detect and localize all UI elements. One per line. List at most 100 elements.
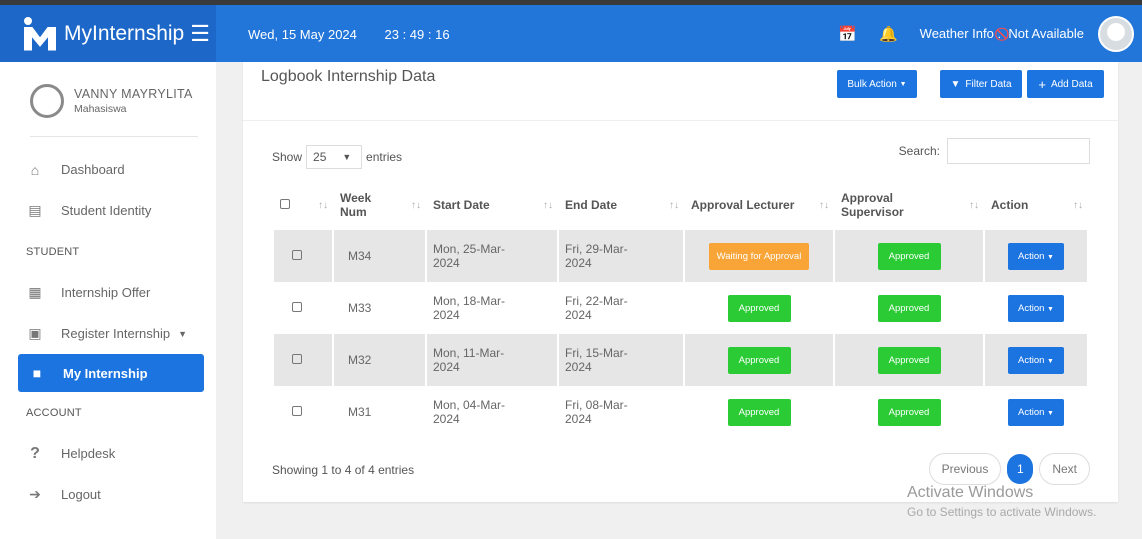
- header-label: Start Date: [433, 198, 490, 212]
- approval-supervisor-header[interactable]: Approval Supervisor ↑↓: [835, 180, 985, 230]
- select-all-checkbox[interactable]: [280, 199, 290, 209]
- user-avatar-icon[interactable]: [1098, 16, 1134, 52]
- sidebar-item-label: Dashboard: [61, 162, 125, 177]
- lecturer-status-cell: Approved: [685, 334, 835, 386]
- lecturer-status-cell: Approved: [685, 386, 835, 438]
- sidebar-item-dashboard[interactable]: ⌂ Dashboard: [0, 149, 216, 190]
- sidebar-item-helpdesk[interactable]: ? Helpdesk: [0, 433, 216, 474]
- start-date-cell: Mon, 25-Mar- 2024: [427, 230, 559, 282]
- status-badge: Approved: [727, 294, 791, 322]
- date-line: Mon, 11-Mar-: [433, 346, 505, 360]
- table-row: M31 Mon, 04-Mar- 2024 Fri, 08-Mar- 2024 Ap…: [274, 386, 1089, 438]
- caret-down-icon: ▼: [1047, 409, 1054, 417]
- date-line: 2024: [433, 360, 460, 374]
- status-badge: Approved: [727, 346, 791, 374]
- current-time: 23 : 49 : 16: [384, 27, 450, 42]
- next-page-button[interactable]: Next: [1039, 453, 1090, 485]
- end-date-cell: Fri, 08-Mar- 2024: [559, 386, 685, 438]
- calendar-icon[interactable]: 📅: [838, 25, 857, 43]
- sidebar-item-register-internship[interactable]: ▣ Register Internship ▼: [0, 313, 216, 354]
- row-checkbox[interactable]: [292, 302, 302, 312]
- row-checkbox[interactable]: [292, 250, 302, 260]
- end-date-header[interactable]: End Date ↑↓: [559, 180, 685, 230]
- brand[interactable]: MyInternship ☰: [0, 5, 216, 62]
- bulk-action-button[interactable]: Bulk Action ▼: [837, 70, 917, 98]
- row-checkbox[interactable]: [292, 354, 302, 364]
- sidebar-item-label: Register Internship: [61, 326, 171, 341]
- row-action-button[interactable]: Action ▼: [1008, 398, 1064, 426]
- row-action-button[interactable]: Action ▼: [1008, 242, 1064, 270]
- weather-value: Not Available: [1008, 26, 1084, 41]
- hamburger-menu-icon[interactable]: ☰: [190, 21, 210, 47]
- watermark-title: Activate Windows: [907, 484, 1034, 501]
- start-date-cell: Mon, 04-Mar- 2024: [427, 386, 559, 438]
- header-label: Approval Lecturer: [691, 198, 795, 212]
- select-all-header[interactable]: ↑↓: [274, 180, 334, 230]
- question-icon: ?: [30, 444, 40, 462]
- date-line: 2024: [565, 308, 592, 322]
- week-cell: M34: [334, 230, 427, 282]
- supervisor-status-cell: Approved: [835, 386, 985, 438]
- weather-label: Weather Info :: [919, 26, 1002, 41]
- caret-down-icon: ▼: [899, 80, 907, 88]
- row-checkbox[interactable]: [292, 406, 302, 416]
- sidebar-item-my-internship[interactable]: ■ My Internship: [18, 354, 204, 392]
- action-header[interactable]: Action ↑↓: [985, 180, 1089, 230]
- previous-page-button[interactable]: Previous: [928, 453, 1002, 485]
- page-size-select[interactable]: 25 ▼: [306, 145, 363, 169]
- sidebar-item-label: Logout: [61, 487, 101, 502]
- date-line: 2024: [565, 412, 592, 426]
- supervisor-status-cell: Approved: [835, 334, 985, 386]
- top-right: 📅 🔔 Weather Info : ⃠ Not Available: [838, 16, 1134, 52]
- row-select[interactable]: [274, 230, 334, 282]
- logout-icon: ➔: [29, 486, 41, 502]
- top-bar: MyInternship ☰ Wed, 15 May 2024 23 : 49 …: [0, 0, 1142, 62]
- start-date-cell: Mon, 11-Mar- 2024: [427, 334, 559, 386]
- action-label: Action: [1018, 302, 1045, 314]
- sort-icon[interactable]: ↑↓: [1073, 200, 1083, 211]
- start-date-cell: Mon, 18-Mar- 2024: [427, 282, 559, 334]
- page-1-button[interactable]: 1: [1007, 454, 1034, 484]
- sidebar-item-label: Student Identity: [61, 203, 152, 218]
- date-line: Mon, 04-Mar-: [433, 398, 506, 412]
- sort-icon[interactable]: ↑↓: [318, 200, 328, 211]
- week-num-header[interactable]: Week Num ↑↓: [334, 180, 427, 230]
- filter-data-button[interactable]: ▼ Filter Data: [940, 70, 1022, 98]
- watermark-subtitle: Go to Settings to activate Windows.: [907, 505, 1097, 519]
- action-label: Action: [1018, 250, 1045, 262]
- entries-label: entries: [366, 150, 403, 164]
- sort-icon[interactable]: ↑↓: [669, 200, 679, 211]
- user-panel: VANNY MAYRYLITA Mahasiswa: [0, 62, 216, 126]
- search-control: Search:: [899, 138, 1090, 164]
- sort-icon[interactable]: ↑↓: [543, 200, 553, 211]
- page-title: Logbook Internship Data: [261, 68, 436, 85]
- sidebar-item-logout[interactable]: ➔ Logout: [0, 474, 216, 515]
- action-label: Action: [1018, 406, 1045, 418]
- row-select[interactable]: [274, 282, 334, 334]
- sort-icon[interactable]: ↑↓: [411, 200, 421, 211]
- date-line: Fri, 15-Mar-: [565, 346, 628, 360]
- search-input[interactable]: [947, 138, 1090, 164]
- row-select[interactable]: [274, 386, 334, 438]
- caret-down-icon: ▼: [1047, 357, 1054, 365]
- bell-icon[interactable]: 🔔: [879, 25, 898, 43]
- date-line: 2024: [565, 256, 592, 270]
- approval-lecturer-header[interactable]: Approval Lecturer ↑↓: [685, 180, 835, 230]
- add-data-button[interactable]: + Add Data: [1027, 70, 1104, 98]
- page-size-control: Show 25 ▼ entries: [272, 145, 402, 169]
- sidebar-item-student-identity[interactable]: ▤ Student Identity: [0, 190, 216, 231]
- sidebar-item-internship-offer[interactable]: ▦ Internship Offer: [0, 272, 216, 313]
- lecturer-status-cell: Approved: [685, 282, 835, 334]
- form-icon: ▣: [28, 325, 42, 341]
- lecturer-status-cell: Waiting for Approval: [685, 230, 835, 282]
- sort-icon[interactable]: ↑↓: [969, 200, 979, 211]
- row-action-button[interactable]: Action ▼: [1008, 294, 1064, 322]
- row-action-button[interactable]: Action ▼: [1008, 346, 1064, 374]
- start-date-header[interactable]: Start Date ↑↓: [427, 180, 559, 230]
- end-date-cell: Fri, 15-Mar- 2024: [559, 334, 685, 386]
- table-row: M34 Mon, 25-Mar- 2024 Fri, 29-Mar- 2024 Wa…: [274, 230, 1089, 282]
- sidebar-nav: ⌂ Dashboard ▤ Student Identity STUDENT ▦ In…: [0, 149, 216, 515]
- sort-icon[interactable]: ↑↓: [819, 200, 829, 211]
- header-label: End Date: [565, 198, 618, 212]
- row-select[interactable]: [274, 334, 334, 386]
